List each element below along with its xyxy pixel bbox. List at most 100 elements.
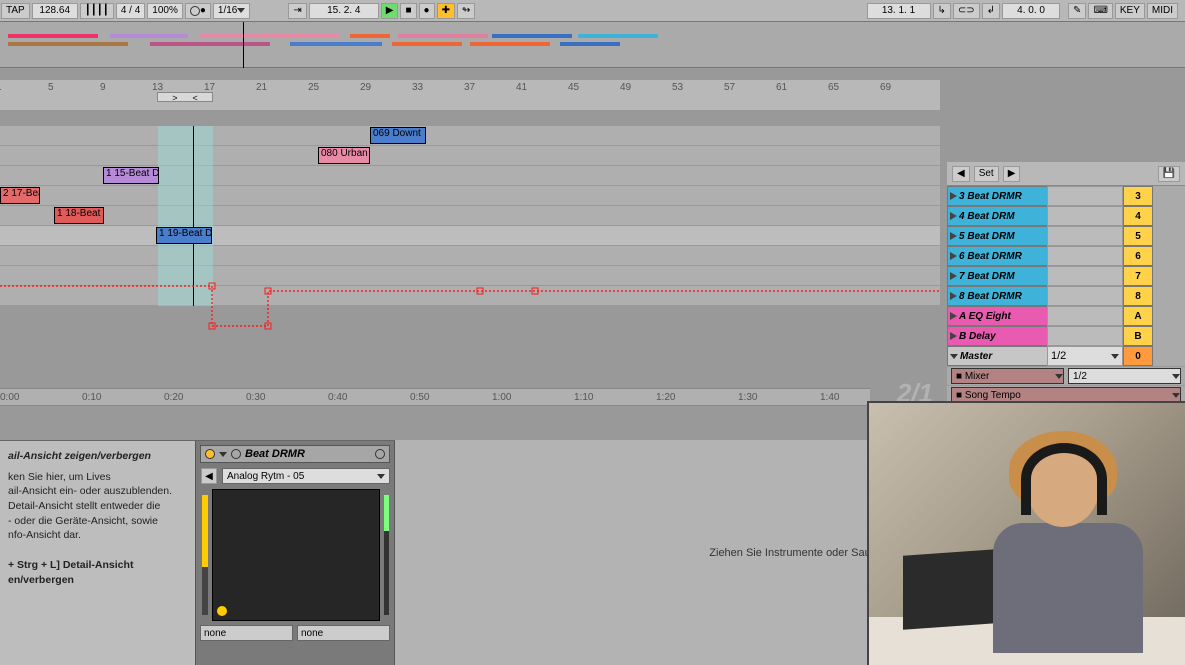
record-button[interactable]: ● (419, 3, 435, 19)
overview-clip[interactable] (470, 42, 550, 46)
loop-length-field[interactable]: 4. 0. 0 (1002, 3, 1060, 19)
preset-prev-icon[interactable]: ◀ (201, 468, 217, 484)
track-solo-button[interactable]: 7 (1123, 266, 1153, 286)
track-launch-icon[interactable] (950, 292, 957, 300)
xy-pad[interactable] (212, 489, 380, 621)
overview-clip[interactable] (350, 34, 390, 38)
overview-clip[interactable] (200, 34, 340, 38)
time-label: 0:10 (82, 392, 101, 403)
loop-start-field[interactable]: 13. 1. 1 (867, 3, 931, 19)
preset-select[interactable]: Analog Rytm - 05 (222, 468, 390, 484)
clip[interactable]: 1 15-Beat D (103, 167, 159, 184)
timesig-field[interactable]: 4 / 4 (116, 3, 145, 19)
overdub-button[interactable]: ✚ (437, 3, 455, 19)
track-header[interactable]: B DelayB (947, 326, 1185, 346)
tap-button[interactable]: TAP (1, 3, 30, 19)
time-ruler[interactable]: 0:000:100:200:300:400:501:001:101:201:30… (0, 388, 870, 406)
loop-toggle[interactable]: ↬ (457, 3, 475, 19)
position-field[interactable]: 15. 2. 4 (309, 3, 379, 19)
track-launch-icon[interactable] (950, 272, 957, 280)
time-label: 0:30 (246, 392, 265, 403)
save-set-icon[interactable]: 💾 (1158, 166, 1180, 182)
clip[interactable]: 2 17-Beat (0, 187, 40, 204)
track-lane[interactable] (0, 146, 940, 166)
back-to-arrangement-icon[interactable]: ◀ (952, 166, 970, 182)
overview-clip[interactable] (578, 34, 658, 38)
key-map-button[interactable]: KEY (1115, 3, 1145, 19)
metronome-4tick-icon[interactable]: ┃┃┃┃ (80, 3, 114, 19)
clip[interactable]: 1 18-Beat D (54, 207, 104, 224)
loop-switch[interactable]: ⊂⊃ (953, 3, 980, 19)
track-header[interactable]: 6 Beat DRMR6 (947, 246, 1185, 266)
overview-clip[interactable] (8, 34, 98, 38)
track-launch-icon[interactable] (950, 332, 957, 340)
track-solo-button[interactable]: B (1123, 326, 1153, 346)
track-header[interactable]: 7 Beat DRM7 (947, 266, 1185, 286)
track-header[interactable]: A EQ EightA (947, 306, 1185, 326)
arrangement-overview[interactable] (0, 22, 1185, 68)
chevron-down-icon (950, 354, 958, 359)
track-lane[interactable] (0, 226, 940, 246)
track-launch-icon[interactable] (950, 212, 957, 220)
mixer-route-select[interactable]: 1/2 (1068, 368, 1181, 384)
loop-brace[interactable]: > < (157, 92, 213, 102)
track-lane[interactable] (0, 206, 940, 226)
track-launch-icon[interactable] (950, 192, 957, 200)
draw-mode-icon[interactable]: ✎ (1068, 3, 1086, 19)
nav-next-icon[interactable]: ▶ (1003, 166, 1021, 182)
set-button[interactable]: Set (974, 166, 999, 182)
overview-clip[interactable] (492, 34, 572, 38)
master-solo-cell[interactable]: 0 (1123, 346, 1153, 366)
track-launch-icon[interactable] (950, 232, 957, 240)
device-save-icon[interactable] (375, 449, 385, 459)
automation-lane[interactable] (0, 246, 940, 346)
punch-in-icon[interactable]: ↳ (933, 3, 951, 19)
tempo-field[interactable]: 128.64 (32, 3, 78, 19)
bar-label: 33 (412, 82, 423, 93)
overview-clip[interactable] (8, 42, 128, 46)
follow-button[interactable]: ⇥ (288, 3, 306, 19)
device-fold-icon[interactable] (219, 452, 227, 457)
device-activator-icon[interactable] (205, 449, 215, 459)
track-lane[interactable] (0, 126, 940, 146)
macro-slot-1[interactable]: none (200, 625, 293, 641)
metronome-button[interactable]: ● (185, 3, 211, 19)
track-header[interactable]: 3 Beat DRMR3 (947, 186, 1185, 206)
macro-slot-2[interactable]: none (297, 625, 390, 641)
keyboard-icon[interactable]: ⌨ (1088, 3, 1112, 19)
track-lane[interactable] (0, 186, 940, 206)
quantize-field[interactable]: 1/16 (213, 3, 250, 19)
clip[interactable]: 080 Urban (318, 147, 370, 164)
track-solo-button[interactable]: A (1123, 306, 1153, 326)
xy-handle[interactable] (217, 606, 227, 616)
track-solo-button[interactable]: 5 (1123, 226, 1153, 246)
mixer-select[interactable]: ■ Mixer (951, 368, 1064, 384)
clip[interactable]: 1 19-Beat D (156, 227, 212, 244)
track-header[interactable]: 8 Beat DRMR8 (947, 286, 1185, 306)
time-label: 1:40 (820, 392, 839, 403)
zoom-field[interactable]: 100% (147, 3, 183, 19)
clip[interactable]: 069 Downt (370, 127, 426, 144)
midi-map-button[interactable]: MIDI (1147, 3, 1178, 19)
bar-label: 65 (828, 82, 839, 93)
device-show-icon[interactable] (231, 449, 241, 459)
overview-clip[interactable] (150, 42, 270, 46)
master-route-select[interactable]: 1/2 (1047, 346, 1123, 366)
overview-clip[interactable] (398, 34, 488, 38)
stop-button[interactable]: ■ (400, 3, 416, 19)
overview-clip[interactable] (392, 42, 462, 46)
track-solo-button[interactable]: 4 (1123, 206, 1153, 226)
punch-out-icon[interactable]: ↲ (982, 3, 1000, 19)
bar-ruler[interactable]: 159131721252933374145495357616569 (0, 80, 940, 110)
track-header[interactable]: 5 Beat DRM5 (947, 226, 1185, 246)
track-solo-button[interactable]: 6 (1123, 246, 1153, 266)
overview-clip[interactable] (110, 34, 188, 38)
track-header[interactable]: 4 Beat DRM4 (947, 206, 1185, 226)
overview-clip[interactable] (560, 42, 620, 46)
track-launch-icon[interactable] (950, 312, 957, 320)
track-solo-button[interactable]: 8 (1123, 286, 1153, 306)
track-launch-icon[interactable] (950, 252, 957, 260)
track-solo-button[interactable]: 3 (1123, 186, 1153, 206)
overview-clip[interactable] (290, 42, 382, 46)
play-button[interactable]: ▶ (381, 3, 399, 19)
